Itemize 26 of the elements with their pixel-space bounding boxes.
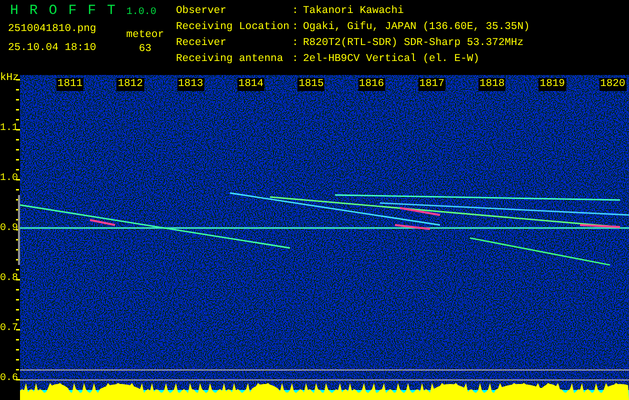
info-value: Ogaki, Gifu, JAPAN (136.60E, 35.35N): [303, 20, 530, 35]
app-title: HROFFT: [10, 3, 126, 19]
y-tick-label: 0.7: [0, 322, 18, 336]
meteor-count: 63: [138, 43, 152, 55]
y-tick-label: 1.0: [0, 172, 18, 186]
count-label: meteor: [126, 29, 164, 41]
y-tick-label: 0.6: [0, 372, 18, 386]
range-marker: [18, 195, 20, 265]
info-value: Takanori Kawachi: [303, 4, 404, 19]
capture-datetime: 25.10.04 18:10: [8, 42, 96, 54]
info-label: Receiving Location: [176, 20, 290, 35]
info-separator: :: [292, 20, 300, 35]
y-tick-label: 1.1: [0, 122, 18, 136]
info-value: R820T2(RTL-SDR) SDR-Sharp 53.372MHz: [303, 36, 524, 51]
info-separator: :: [292, 4, 300, 19]
info-value: 2el-HB9CV Vertical (el. E-W): [303, 52, 480, 67]
app-version: 1.0.0: [126, 7, 156, 18]
y-tick-label: 0.9: [0, 222, 18, 236]
axis-unit: kHz: [0, 72, 19, 84]
info-label: Receiving antenna: [176, 52, 284, 67]
info-separator: :: [292, 36, 300, 51]
info-separator: :: [292, 52, 300, 67]
info-label: Observer: [176, 4, 228, 19]
file-name: 2510041810.png: [8, 23, 96, 35]
y-tick-label: 0.8: [0, 272, 18, 286]
info-label: Receiver: [176, 36, 228, 51]
